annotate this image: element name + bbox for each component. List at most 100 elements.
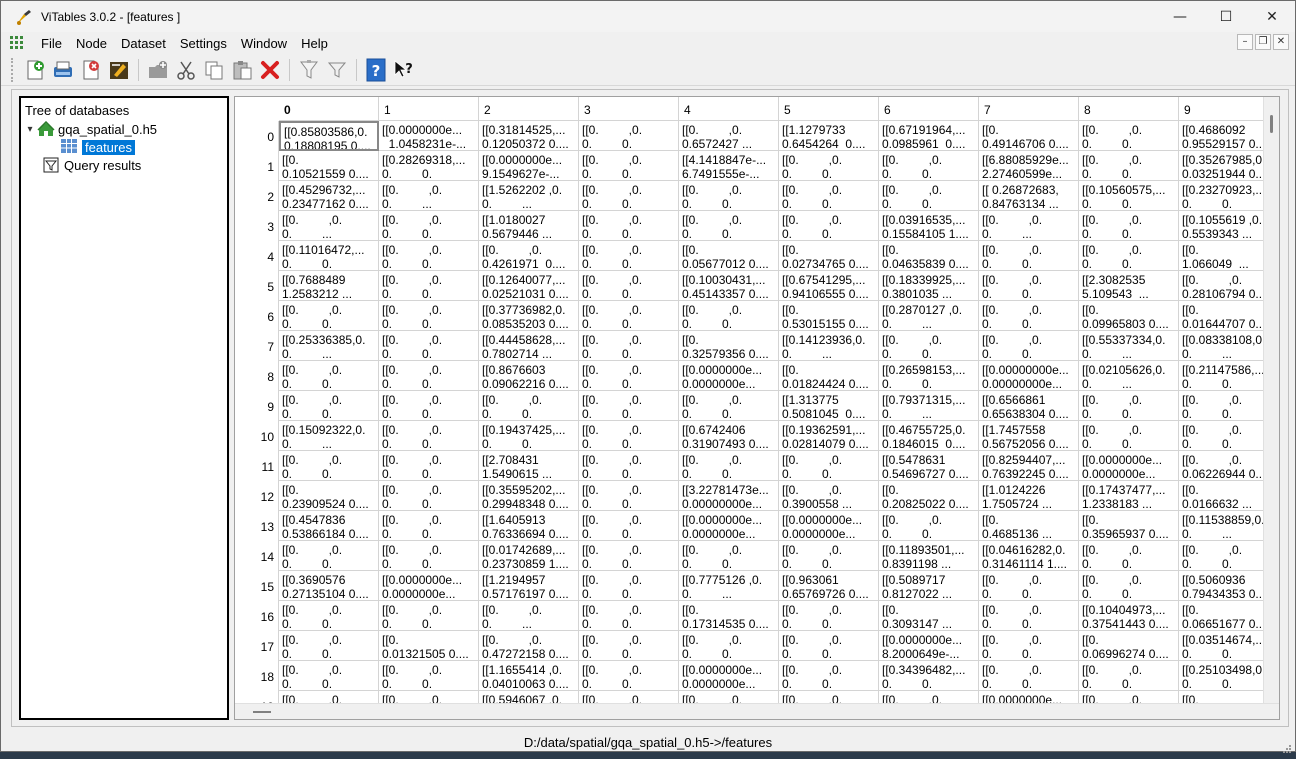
column-header[interactable]: 5: [779, 97, 879, 121]
table-cell[interactable]: [[0.17437477,... 1.2338183 ...: [1079, 481, 1179, 511]
table-cell[interactable]: [[1.313775 0.5081045 0....: [779, 391, 879, 421]
table-cell[interactable]: [[0. 0.4685136 ...: [979, 511, 1079, 541]
table-cell[interactable]: [[0.0000000e... 0.0000000e...: [1079, 451, 1179, 481]
table-cell[interactable]: [[0. ,0. 0. 0.: [579, 481, 679, 511]
table-cell[interactable]: [[2.3082535 5.109543 ...: [1079, 271, 1179, 301]
table-cell[interactable]: [[0.0000000e... 0.0000000e...: [679, 661, 779, 691]
table-cell[interactable]: [[0.3690576 0.27135104 0....: [279, 571, 379, 601]
table-cell[interactable]: [[0.0000000e... 0.0000000e...: [779, 511, 879, 541]
table-cell[interactable]: [[0. 0.53015155 0....: [779, 301, 879, 331]
table-cell[interactable]: [[0. ,0. 0.3900558 ...: [779, 481, 879, 511]
table-cell[interactable]: [[0.0000000e... 8.2000649e-...: [879, 631, 979, 661]
table-cell[interactable]: [[0.2870127 ,0. 0. ...: [879, 301, 979, 331]
table-cell[interactable]: [[0.37736982,0. 0.08535203 0....: [479, 301, 579, 331]
column-header[interactable]: 3: [579, 97, 679, 121]
table-cell[interactable]: [[1.1655414 ,0. 0.04010063 0....: [479, 661, 579, 691]
table-cell[interactable]: [[0. ,0. 0. 0.: [579, 421, 679, 451]
table-cell[interactable]: [[0. 0.05677012 0....: [679, 241, 779, 271]
table-cell[interactable]: [[0.0000000e... 0.0000000e...: [379, 571, 479, 601]
table-cell[interactable]: [[0. ,0. 0. 0.: [879, 511, 979, 541]
table-cell[interactable]: [[0.82594407,... 0.76392245 0....: [979, 451, 1079, 481]
row-header[interactable]: 13: [235, 511, 279, 541]
table-cell[interactable]: [[0. ,0. 0. 0.: [579, 241, 679, 271]
table-cell[interactable]: [[0. ,0. 0. 0.: [779, 181, 879, 211]
copy-icon[interactable]: [200, 56, 228, 84]
tree-item-root-file[interactable]: ▾ gqa_spatial_0.h5: [21, 120, 227, 138]
toolbar-grip[interactable]: [11, 57, 15, 82]
table-cell[interactable]: [[0. ,0. 0.4261971 0....: [479, 241, 579, 271]
row-header[interactable]: 6: [235, 301, 279, 331]
table-cell[interactable]: [[1.7457558 0.56752056 0....: [979, 421, 1079, 451]
table-cell[interactable]: [[0.67191964,... 0.0985961 0....: [879, 121, 979, 151]
table-cell[interactable]: [[0.7775126 ,0. 0. ...: [679, 571, 779, 601]
table-cell[interactable]: [[0. ,0. 0. 0.: [579, 451, 679, 481]
table-cell[interactable]: [[0. ,0. 0. 0.: [279, 451, 379, 481]
table-cell[interactable]: [[1.0124226 1.7505724 ...: [979, 481, 1079, 511]
table-cell[interactable]: [[0. ,0. 0. 0.: [379, 481, 479, 511]
menu-dataset[interactable]: Dataset: [114, 36, 173, 51]
table-cell[interactable]: [[0.14123936,0. 0. ...: [779, 331, 879, 361]
table-cell[interactable]: [[0. ,0. 0. 0.: [579, 571, 679, 601]
table-cell[interactable]: [[0. ,0. 0. 0.: [379, 241, 479, 271]
table-cell[interactable]: [[0.45296732,... 0.23477162 0....: [279, 181, 379, 211]
table-cell[interactable]: [[0.0000000e... 0.0000000e...: [679, 511, 779, 541]
table-cell[interactable]: [[0. ,0. 0. 0.: [679, 211, 779, 241]
table-cell[interactable]: [[0. ,0. 0. 0.: [779, 631, 879, 661]
menu-file[interactable]: File: [34, 36, 69, 51]
table-cell[interactable]: [[0. ,0. 0. 0.: [1079, 571, 1179, 601]
table-cell[interactable]: [[0. ,0. 0. 0.: [1079, 421, 1179, 451]
table-cell[interactable]: [[0. ,0. 0. 0.: [379, 421, 479, 451]
table-cell[interactable]: [[0. ,0. 0. 0.: [1079, 661, 1179, 691]
maximize-button[interactable]: ☐: [1203, 1, 1249, 32]
new-group-icon[interactable]: [144, 56, 172, 84]
query-funnel-icon[interactable]: [295, 56, 323, 84]
table-cell[interactable]: [[0. ,0. 0. 0.: [579, 541, 679, 571]
table-cell[interactable]: [[0. ,0. 0. 0.: [279, 301, 379, 331]
table-cell[interactable]: [[0. ,0. 0. 0.: [1079, 391, 1179, 421]
table-cell[interactable]: [[0. ,0. 0. 0.: [979, 631, 1079, 661]
table-cell[interactable]: [[0.8676603 0.09062216 0....: [479, 361, 579, 391]
column-header[interactable]: 1: [379, 97, 479, 121]
tree-item-features[interactable]: features: [21, 138, 227, 156]
table-cell[interactable]: [[0.12640077,... 0.02521031 0....: [479, 271, 579, 301]
row-header[interactable]: 7: [235, 331, 279, 361]
menu-help[interactable]: Help: [294, 36, 335, 51]
row-header[interactable]: 3: [235, 211, 279, 241]
table-cell[interactable]: [[0.5089717 0.8127022 ...: [879, 571, 979, 601]
cut-icon[interactable]: [172, 56, 200, 84]
table-cell[interactable]: [[0. ,0. 0. 0.: [379, 541, 479, 571]
table-cell[interactable]: [[0. ,0. 0. 0.: [779, 211, 879, 241]
table-cell[interactable]: [[0.67541295,... 0.94106555 0....: [779, 271, 879, 301]
table-cell[interactable]: [[0.26598153,... 0. 0.: [879, 361, 979, 391]
table-cell[interactable]: [[0. ,0. 0. 0.: [279, 631, 379, 661]
table-cell[interactable]: [[0. ,0. 0. 0.: [879, 181, 979, 211]
table-cell[interactable]: [[0.0000000e... 1.0458231e-...: [379, 121, 479, 151]
table-cell[interactable]: [[0.7688489 1.2583212 ...: [279, 271, 379, 301]
table-cell[interactable]: [[0. ,0. 0. 0.: [379, 361, 479, 391]
table-cell[interactable]: [[0. ,0. 0. 0.: [379, 331, 479, 361]
table-cell[interactable]: [[0. ,0. 0. 0.: [979, 271, 1079, 301]
table-cell[interactable]: [[0.10030431,... 0.45143357 0....: [679, 271, 779, 301]
table-cell[interactable]: [[0. ,0. 0. 0.: [679, 541, 779, 571]
table-cell[interactable]: [[0. ,0. 0. 0.: [979, 241, 1079, 271]
table-cell[interactable]: [[0.0000000e... 9.1549627e-...: [479, 151, 579, 181]
table-cell[interactable]: [[0. 0.20825022 0....: [879, 481, 979, 511]
table-cell[interactable]: [[0. ,0. 0. 0.: [579, 301, 679, 331]
table-cell[interactable]: [[0.01742689,... 0.23730859 1....: [479, 541, 579, 571]
table-cell[interactable]: [[0. ,0. 0. 0.: [879, 331, 979, 361]
table-cell[interactable]: [[0.963061 0.65769726 0....: [779, 571, 879, 601]
table-cell[interactable]: [[0.0000000e... 0.0000000e...: [679, 361, 779, 391]
table-cell[interactable]: [[0. ,0. 0. 0.: [979, 661, 1079, 691]
table-cell[interactable]: [[1.6405913 0.76336694 0....: [479, 511, 579, 541]
table-cell[interactable]: [[0. ,0. 0. 0.: [379, 271, 479, 301]
new-file-icon[interactable]: [21, 56, 49, 84]
table-cell[interactable]: [[0. ,0. 0. 0.: [779, 661, 879, 691]
save-as-icon[interactable]: [105, 56, 133, 84]
table-cell[interactable]: [[0.5478631 0.54696727 0....: [879, 451, 979, 481]
row-header[interactable]: 0: [235, 121, 279, 151]
table-cell[interactable]: [[0. ,0. 0. 0.: [679, 391, 779, 421]
table-cell[interactable]: [[0.46755725,0. 0.1846015 0....: [879, 421, 979, 451]
table-cell[interactable]: [[0. ,0. 0. 0.: [779, 451, 879, 481]
close-file-icon[interactable]: [77, 56, 105, 84]
table-cell[interactable]: [[0.6566861 0.65638304 0....: [979, 391, 1079, 421]
